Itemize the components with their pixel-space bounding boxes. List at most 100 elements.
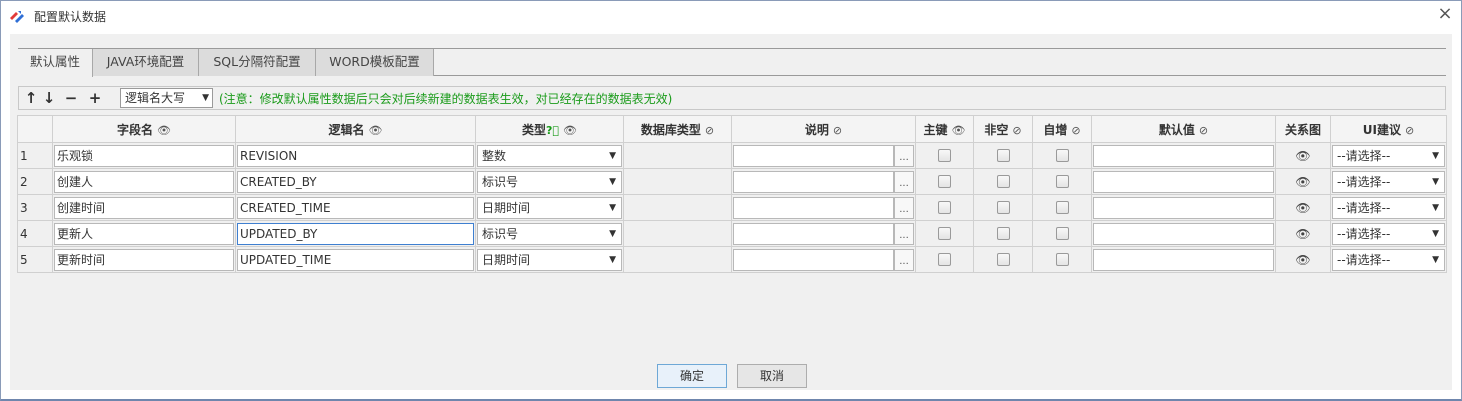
desc-input[interactable] [733,196,894,219]
table-row[interactable]: 4 更新人 UPDATED_BY 标识号 ▼... 👁 --请选择-- ▼ [17,220,1447,247]
tab-java-env[interactable]: JAVA环境配置 [93,49,199,76]
attributes-table: 字段名 👁 逻辑名 👁 类型?⃝ 👁 数据库类型 ⊘ 说明 ⊘ 主键 👁 非空 ⊘ 自增 ⊘ 默… [17,115,1447,273]
case-select-value: 逻辑名大写 [125,91,186,105]
pk-checkbox[interactable] [938,175,951,188]
ellipsis-button[interactable]: ... [894,170,914,193]
table-row[interactable]: 3 创建时间 CREATED_TIME 日期时间 ▼... 👁 --请选择-- ▼ [17,194,1447,221]
dialog-body: 默认属性 JAVA环境配置 SQL分隔符配置 WORD模板配置 ↑ ↓ − + … [10,34,1452,390]
ellipsis-button[interactable]: ... [894,222,914,245]
auto-inc-checkbox[interactable] [1055,253,1069,266]
pk-checkbox[interactable] [938,227,951,240]
default-value-input[interactable] [1093,196,1274,219]
eye-icon[interactable]: 👁 [1277,149,1330,163]
not-null-checkbox[interactable] [996,201,1010,214]
eye-icon[interactable]: 👁 [952,124,966,137]
notice-text: (注意：修改默认属性数据后只会对后续新建的数据表生效，对已经存在的数据表无效) [219,92,673,106]
field-name-input[interactable]: 乐观锁 [54,144,234,167]
type-select[interactable]: 整数 ▼ [477,144,622,167]
desc-input[interactable] [733,144,894,167]
type-select[interactable]: 标识号 ▼ [477,222,622,245]
logic-name-input[interactable]: CREATED_TIME [237,196,474,219]
remove-row-button[interactable]: − [62,88,80,108]
auto-inc-checkbox[interactable] [1055,175,1069,188]
add-row-button[interactable]: + [86,88,104,108]
type-select-value: 日期时间 [482,252,531,267]
eye-icon[interactable]: 👁 [1277,175,1330,189]
dropdown-arrow-icon: ▼ [1432,228,1439,239]
ellipsis-button[interactable]: ... [894,196,914,219]
eye-icon[interactable]: 👁 [157,124,171,137]
logic-name-input[interactable]: UPDATED_TIME [237,248,474,271]
tab-word-template[interactable]: WORD模板配置 [316,49,434,76]
ui-hint-select[interactable]: --请选择-- ▼ [1332,196,1445,219]
type-select[interactable]: 日期时间 ▼ [477,248,622,271]
case-select[interactable]: 逻辑名大写 ▼ [120,88,213,108]
ellipsis-button[interactable]: ... [894,248,914,271]
type-select[interactable]: 标识号 ▼ [477,170,622,193]
eye-icon[interactable]: 👁 [1277,227,1330,241]
desc-field: ... [733,144,914,167]
dropdown-arrow-icon: ▼ [202,93,209,103]
pk-checkbox[interactable] [938,253,951,266]
type-select[interactable]: 日期时间 ▼ [477,196,622,219]
field-name-input[interactable]: 创建人 [54,170,234,193]
eye-icon[interactable]: 👁 [1277,201,1330,215]
tab-sql-separator[interactable]: SQL分隔符配置 [199,49,316,76]
cancel-button[interactable]: 取消 [737,364,807,388]
ui-hint-select[interactable]: --请选择-- ▼ [1332,144,1445,167]
desc-field: ... [733,196,914,219]
eye-off-icon[interactable]: ⊘ [833,124,842,137]
pk-checkbox[interactable] [938,201,951,214]
type-select-value: 整数 [482,148,507,163]
not-null-checkbox[interactable] [996,175,1010,188]
eye-icon[interactable]: 👁 [563,124,577,137]
not-null-checkbox[interactable] [996,227,1010,240]
dropdown-arrow-icon: ▼ [609,254,616,265]
logic-name-input[interactable]: REVISION [237,144,474,167]
not-null-checkbox[interactable] [996,149,1010,162]
desc-input[interactable] [733,222,894,245]
desc-input[interactable] [733,248,894,271]
move-up-button[interactable]: ↑ [22,88,40,108]
eye-off-icon[interactable]: ⊘ [1405,124,1414,137]
row-index: 4 [17,220,53,247]
eye-off-icon[interactable]: ⊘ [1071,124,1080,137]
logic-name-input[interactable]: CREATED_BY [237,170,474,193]
eye-off-icon[interactable]: ⊘ [1012,124,1021,137]
eye-off-icon[interactable]: ⊘ [705,124,714,137]
eye-off-icon[interactable]: ⊘ [1199,124,1208,137]
table-row[interactable]: 5 更新时间 UPDATED_TIME 日期时间 ▼... 👁 --请选择-- ▼ [17,246,1447,273]
ok-button[interactable]: 确定 [657,364,727,388]
ui-hint-select[interactable]: --请选择-- ▼ [1332,248,1445,271]
col-field-name-header: 字段名 👁 [52,115,236,143]
auto-inc-checkbox[interactable] [1055,149,1069,162]
move-down-button[interactable]: ↓ [40,88,58,108]
field-name-input[interactable]: 更新人 [54,222,234,245]
ellipsis-button[interactable]: ... [894,144,914,167]
ui-hint-select[interactable]: --请选择-- ▼ [1332,222,1445,245]
close-button[interactable]: × [1435,5,1455,25]
default-value-input[interactable] [1093,222,1274,245]
default-value-input[interactable] [1093,170,1274,193]
table-row[interactable]: 1 乐观锁 REVISION 整数 ▼... 👁 --请选择-- ▼ [17,142,1447,169]
dropdown-arrow-icon: ▼ [609,150,616,161]
ui-hint-select[interactable]: --请选择-- ▼ [1332,170,1445,193]
default-value-input[interactable] [1093,144,1274,167]
desc-input[interactable] [733,170,894,193]
auto-inc-checkbox[interactable] [1055,227,1069,240]
not-null-checkbox[interactable] [996,253,1010,266]
pk-checkbox[interactable] [938,149,951,162]
help-icon[interactable]: ?⃝ [546,124,559,137]
field-name-input[interactable]: 创建时间 [54,196,234,219]
table-row[interactable]: 2 创建人 CREATED_BY 标识号 ▼... 👁 --请选择-- ▼ [17,168,1447,195]
logic-name-input[interactable]: UPDATED_BY [237,222,474,245]
dropdown-arrow-icon: ▼ [1432,176,1439,187]
auto-inc-checkbox[interactable] [1055,201,1069,214]
dropdown-arrow-icon: ▼ [609,202,616,213]
eye-icon[interactable]: 👁 [1277,253,1330,267]
default-value-input[interactable] [1093,248,1274,271]
field-name-input[interactable]: 更新时间 [54,248,234,271]
eye-icon[interactable]: 👁 [369,124,383,137]
tab-default-attributes[interactable]: 默认属性 [18,49,93,77]
col-auto-inc-header: 自增 ⊘ [1032,115,1092,143]
